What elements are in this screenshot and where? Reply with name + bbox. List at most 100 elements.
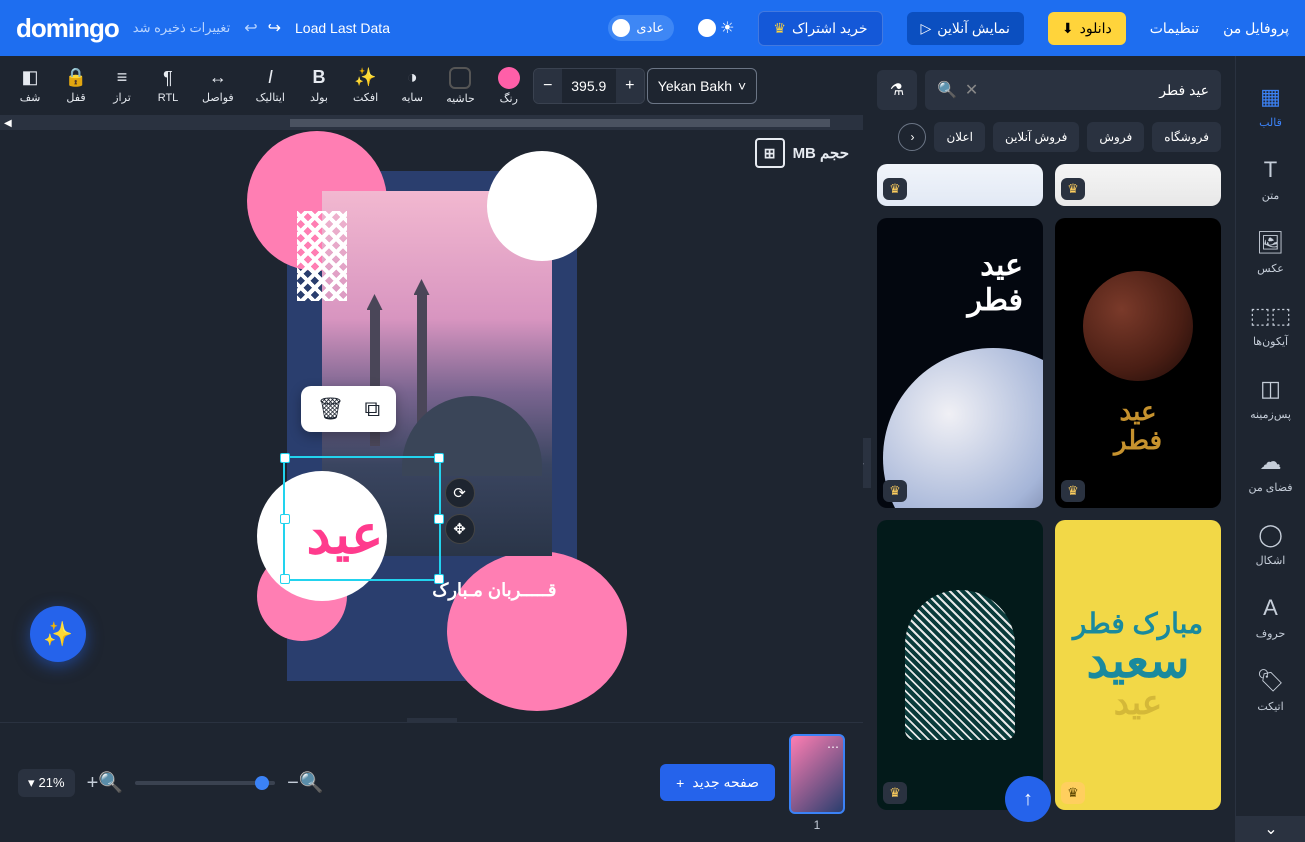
- zoom-out-button[interactable]: 🔍−: [287, 770, 324, 795]
- sidebar-item-etiquette[interactable]: 🏷 اتیکت: [1236, 656, 1305, 725]
- transparency-icon: ◧: [22, 67, 39, 88]
- italic-tool[interactable]: I ایتالیک: [246, 63, 295, 108]
- canvas-size-label: حجم MB ⊞: [755, 138, 849, 168]
- sidebar-item-image[interactable]: 🖼 عکس: [1236, 218, 1305, 287]
- online-view-button[interactable]: نمایش آنلاین ▷: [907, 12, 1024, 45]
- border-tool[interactable]: حاشیه: [436, 63, 485, 109]
- load-last-button[interactable]: Load Last Data: [295, 20, 390, 36]
- resize-handle[interactable]: [280, 453, 290, 463]
- chip-store[interactable]: فروشگاه: [1152, 122, 1221, 152]
- filter-icon: ⚗: [890, 80, 904, 100]
- effect-tool[interactable]: ✨ افکت: [343, 63, 388, 108]
- lock-tool[interactable]: 🔒 قفل: [54, 63, 98, 108]
- zoom-percent-select[interactable]: 21% ▾: [18, 769, 75, 797]
- redo-icon[interactable]: ↪: [268, 18, 281, 38]
- color-tool[interactable]: رنگ: [487, 63, 531, 109]
- magic-button[interactable]: ✨: [30, 606, 86, 662]
- delete-button[interactable]: 🗑: [317, 396, 345, 422]
- zoom-in-button[interactable]: 🔍+: [87, 770, 124, 795]
- chip-notice[interactable]: اعلان: [934, 122, 984, 152]
- zoom-slider[interactable]: [135, 781, 275, 785]
- font-size-decrease[interactable]: −: [534, 68, 562, 104]
- sidebar-item-myspace[interactable]: ☁ فضای من: [1236, 437, 1305, 506]
- spacing-icon: ↔: [209, 67, 227, 88]
- undo-icon[interactable]: ↩: [244, 18, 257, 38]
- subscribe-button[interactable]: خرید اشتراک ♛: [758, 11, 882, 46]
- download-button[interactable]: دانلود ⬇: [1048, 12, 1126, 45]
- resize-handle[interactable]: [280, 574, 290, 584]
- align-tool[interactable]: ≡ تراز: [100, 63, 144, 108]
- align-icon: ≡: [117, 67, 128, 88]
- sidebar-scroll-down[interactable]: ⌄: [1236, 816, 1305, 842]
- search-icon[interactable]: 🔍: [937, 80, 957, 100]
- template-card[interactable]: عیدفطر ♛: [1055, 218, 1221, 508]
- template-card[interactable]: ♛: [877, 520, 1043, 810]
- chip-sale[interactable]: فروش: [1087, 122, 1144, 152]
- size-icon[interactable]: ⊞: [755, 138, 785, 168]
- sidebar-item-icons[interactable]: ⬚⬚ آیکون‌ها: [1236, 291, 1305, 360]
- size-text: حجم MB: [793, 144, 849, 162]
- settings-link[interactable]: تنظیمات: [1150, 20, 1199, 37]
- page-options-icon[interactable]: ⋯: [827, 740, 839, 754]
- move-button[interactable]: ✥: [445, 514, 475, 544]
- toggle-knob: [612, 19, 630, 37]
- duplicate-button[interactable]: ⧉: [364, 396, 380, 422]
- crown-icon: ♛: [773, 20, 786, 37]
- download-icon: ⬇: [1062, 20, 1074, 37]
- search-input[interactable]: [986, 82, 1209, 98]
- template-card[interactable]: مبارک فطر سعید عید ♛: [1055, 520, 1221, 810]
- lock-label: قفل: [66, 91, 85, 104]
- theme-toggle[interactable]: ☀: [698, 18, 734, 38]
- align-label: تراز: [113, 91, 131, 104]
- spacing-label: فواصل: [202, 91, 234, 104]
- decor-zigzag: [297, 211, 347, 301]
- page-thumbnail[interactable]: ⋯: [789, 734, 845, 814]
- rtl-tool[interactable]: ¶ RTL: [146, 64, 190, 108]
- resize-handle[interactable]: [434, 574, 444, 584]
- online-view-label: نمایش آنلاین: [937, 20, 1010, 37]
- scroll-top-button[interactable]: ↑: [1005, 776, 1051, 822]
- chips-more[interactable]: ‹: [898, 123, 926, 151]
- template-card[interactable]: ♛: [1055, 164, 1221, 206]
- chevron-down-icon: ˅: [738, 78, 746, 94]
- rtl-icon: ¶: [163, 68, 173, 89]
- template-card[interactable]: عیدفطر ♛: [877, 218, 1043, 508]
- resize-handle[interactable]: [280, 514, 290, 524]
- new-page-button[interactable]: صفحه جدید +: [660, 764, 775, 801]
- italic-label: ایتالیک: [256, 91, 285, 104]
- move-icon: ✥: [453, 520, 466, 538]
- clear-icon[interactable]: ✕: [965, 80, 978, 100]
- logo[interactable]: domingo: [16, 13, 119, 44]
- font-size-increase[interactable]: +: [616, 68, 644, 104]
- sidebar-item-template[interactable]: ▦ قالب: [1236, 72, 1305, 141]
- design-canvas[interactable]: عید قـــــربان مـبارک ⟳ ✥ ⧉ 🗑: [287, 171, 577, 681]
- premium-badge: ♛: [1061, 480, 1085, 502]
- myspace-label: فضای من: [1248, 481, 1292, 494]
- sidebar-item-shapes[interactable]: ◯ اشکال: [1236, 510, 1305, 579]
- zoom-slider-thumb[interactable]: [255, 776, 269, 790]
- selection-box[interactable]: ⟳ ✥ ⧉ 🗑: [283, 456, 441, 581]
- fonts-icon: A: [1263, 595, 1278, 621]
- sidebar-item-text[interactable]: T متن: [1236, 145, 1305, 214]
- font-family-select[interactable]: ˅ Yekan Bakh: [647, 68, 757, 104]
- resize-handle[interactable]: [434, 453, 444, 463]
- resize-handle[interactable]: [434, 514, 444, 524]
- sidebar-item-background[interactable]: ◫ پس‌زمینه: [1236, 364, 1305, 433]
- mode-toggle[interactable]: عادی: [608, 15, 674, 41]
- template-card[interactable]: ♛: [877, 164, 1043, 206]
- calligraphy-graphic: عیدفطر: [1114, 397, 1162, 454]
- font-size-input[interactable]: [562, 68, 616, 104]
- shadow-tool[interactable]: ◑ سایه: [390, 63, 434, 108]
- bold-icon: B: [312, 67, 325, 88]
- chip-online-sale[interactable]: فروش آنلاین: [993, 122, 1079, 152]
- filter-button[interactable]: ⚗: [877, 70, 917, 110]
- bold-tool[interactable]: B بولد: [297, 63, 341, 108]
- rotate-button[interactable]: ⟳: [445, 478, 475, 508]
- icons-icon: ⬚⬚: [1250, 303, 1292, 329]
- profile-link[interactable]: پروفایل من: [1223, 20, 1289, 37]
- sub-text-element[interactable]: قـــــربان مـبارک: [307, 580, 557, 601]
- transparency-tool[interactable]: ◧ شف: [8, 63, 52, 108]
- sidebar-item-fonts[interactable]: A حروف: [1236, 583, 1305, 652]
- spacing-tool[interactable]: ↔ فواصل: [192, 63, 244, 108]
- ornament-graphic: [905, 590, 1015, 740]
